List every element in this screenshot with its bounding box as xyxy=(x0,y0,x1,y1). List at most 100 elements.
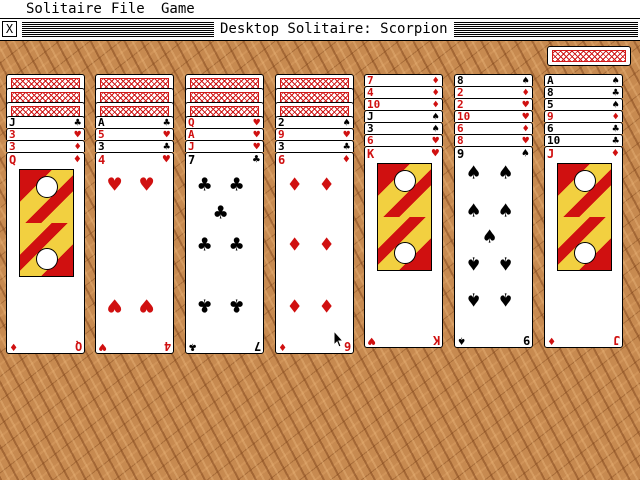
card[interactable]: 6 ♥ xyxy=(364,134,443,146)
card[interactable]: J ♥ xyxy=(185,140,264,152)
card-pip-icon: ♠ xyxy=(499,161,513,186)
card-suit-icon: ♣ xyxy=(612,86,619,98)
card[interactable]: 7 ♦ xyxy=(364,74,443,86)
card[interactable]: 9 ♠ 9 ♠ ♠ ♠ ♠ ♠ ♠ ♠ ♠ ♠ ♠ xyxy=(454,146,533,348)
card[interactable]: 10 ♥ xyxy=(454,110,533,122)
card-rank: 6 xyxy=(367,134,374,146)
card[interactable]: 6 ♦ xyxy=(454,122,533,134)
card-rank: 2 xyxy=(457,86,464,98)
card[interactable]: 9 ♦ xyxy=(544,110,623,122)
card[interactable]: J ♠ xyxy=(364,110,443,122)
card[interactable]: 8 ♣ xyxy=(544,86,623,98)
card-rank: 5 xyxy=(98,128,105,140)
card-suit-icon: ♦ xyxy=(432,98,439,110)
card[interactable]: 2 ♠ xyxy=(275,116,354,128)
menu-file[interactable]: File xyxy=(111,1,145,17)
card[interactable]: K ♥ K ♥ xyxy=(364,146,443,348)
card[interactable]: 3 ♣ xyxy=(275,140,354,152)
card-rank: Q xyxy=(188,116,195,128)
card-suit-icon: ♦ xyxy=(432,74,439,86)
card[interactable]: 9 ♥ xyxy=(275,128,354,140)
close-icon[interactable]: X xyxy=(2,21,17,37)
card-suit-icon: ♣ xyxy=(74,116,81,128)
card[interactable]: J ♣ xyxy=(6,116,85,128)
card-suit-icon: ♦ xyxy=(612,110,619,122)
court-figure xyxy=(377,163,432,271)
card-rank: 2 xyxy=(278,116,285,128)
card-suit-icon: ♦ xyxy=(611,146,619,160)
menu-game[interactable]: Game xyxy=(161,1,195,17)
card[interactable]: A ♥ xyxy=(185,128,264,140)
card[interactable]: 3 ♠ xyxy=(364,122,443,134)
card-rank: 3 xyxy=(278,140,285,152)
card-rank: 6 xyxy=(457,122,464,134)
card-suit-icon: ♥ xyxy=(253,116,260,128)
card-suit-icon: ♦ xyxy=(342,152,350,166)
card-pip-icon: ♦ xyxy=(288,173,302,198)
card-suit-icon: ♣ xyxy=(612,122,619,134)
card-suit-icon: ♠ xyxy=(343,116,350,128)
card-rank: Q xyxy=(9,153,17,167)
card-rank: K xyxy=(367,147,375,161)
card-pip-icon: ♣ xyxy=(230,173,244,198)
card[interactable]: 6 ♦ 6 ♦ ♦ ♦ ♦ ♦ ♦ ♦ xyxy=(275,152,354,354)
card[interactable]: 8 ♥ xyxy=(454,134,533,146)
card-suit-icon: ♥ xyxy=(431,146,439,160)
card-suit-icon: ♥ xyxy=(522,98,529,110)
card[interactable]: 3 ♣ xyxy=(95,140,174,152)
card-rank: 8 xyxy=(457,134,464,146)
card-suit-icon: ♥ xyxy=(162,152,170,166)
card-rank: 4 xyxy=(367,86,374,98)
court-figure xyxy=(19,169,74,277)
card[interactable]: 6 ♣ xyxy=(544,122,623,134)
card-rank: J xyxy=(547,147,555,161)
card-rank: 8 xyxy=(547,86,554,98)
card[interactable]: A ♠ xyxy=(544,74,623,86)
card-pip-icon: ♠ xyxy=(499,250,513,275)
window-title-bar[interactable]: X Desktop Solitaire: Scorpion xyxy=(0,19,640,41)
card[interactable]: 3 ♥ xyxy=(6,128,85,140)
card[interactable]: Q ♥ xyxy=(185,116,264,128)
card-suit-icon: ♦ xyxy=(73,152,81,166)
card-pip-icon: ♦ xyxy=(320,173,334,198)
card-suit-icon: ♥ xyxy=(253,140,260,152)
card-rank: 6 xyxy=(278,153,286,167)
card[interactable]: 7 ♣ 7 ♣ ♣ ♣ ♣ ♣ ♣ ♣ ♣ xyxy=(185,152,264,354)
card-rank: 3 xyxy=(98,140,105,152)
card-rank: A xyxy=(98,116,105,128)
card-suit-icon: ♥ xyxy=(343,128,350,140)
card-suit-icon: ♦ xyxy=(522,86,529,98)
card[interactable]: 5 ♥ xyxy=(95,128,174,140)
card[interactable]: 2 ♦ xyxy=(454,86,533,98)
card-suit-icon: ♥ xyxy=(253,128,260,140)
card[interactable]: A ♣ xyxy=(95,116,174,128)
card[interactable]: J ♦ J ♦ xyxy=(544,146,623,348)
menu-solitaire[interactable]: Solitaire xyxy=(26,1,102,17)
card-rank: 8 xyxy=(457,74,464,86)
card[interactable]: 2 ♥ xyxy=(454,98,533,110)
card-suit-icon: ♣ xyxy=(163,140,170,152)
card-pip-icon: ♠ xyxy=(483,225,497,250)
card-suit-icon: ♠ xyxy=(521,146,529,160)
card-suit-icon: ♥ xyxy=(522,110,529,122)
card[interactable]: 4 ♥ 4 ♥ ♥ ♥ ♥ ♥ xyxy=(95,152,174,354)
card[interactable]: 10 ♦ xyxy=(364,98,443,110)
card[interactable]: 10 ♣ xyxy=(544,134,623,146)
card-pip-icon: ♠ xyxy=(499,286,513,311)
card-rank: 2 xyxy=(457,98,464,110)
card[interactable]: 8 ♠ xyxy=(454,74,533,86)
card-suit-icon-bottom: ♠ xyxy=(458,334,466,348)
card-suit-icon-bottom: ♦ xyxy=(10,340,18,354)
card-pip-icon: ♥ xyxy=(140,292,154,317)
card-pip-icon: ♣ xyxy=(198,292,212,317)
card[interactable]: 3 ♦ xyxy=(6,140,85,152)
stock-pile[interactable] xyxy=(547,46,631,66)
card-suit-icon: ♠ xyxy=(612,98,619,110)
card-pip-icon: ♥ xyxy=(108,292,122,317)
card-suit-icon: ♦ xyxy=(432,86,439,98)
card[interactable]: 4 ♦ xyxy=(364,86,443,98)
card[interactable]: 5 ♠ xyxy=(544,98,623,110)
card-suit-icon-bottom: ♥ xyxy=(99,340,107,354)
card-rank: J xyxy=(367,110,374,122)
card[interactable]: Q ♦ Q ♦ xyxy=(6,152,85,354)
